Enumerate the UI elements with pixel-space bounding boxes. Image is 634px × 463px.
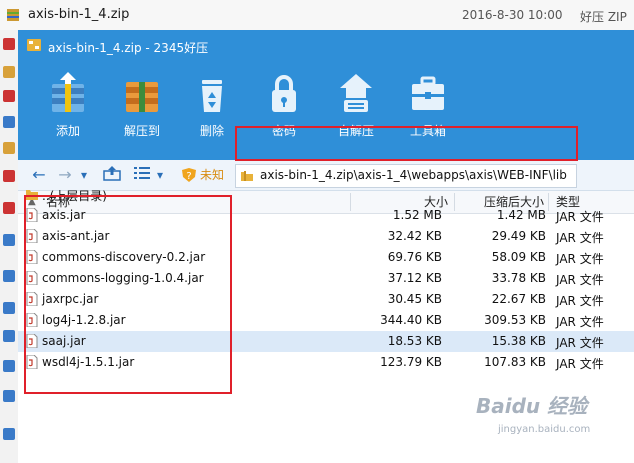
file-type: JAR 文件 xyxy=(556,252,604,266)
file-icon xyxy=(3,270,15,282)
file-icon xyxy=(3,302,15,314)
file-type: JAR 文件 xyxy=(556,357,604,371)
file-size: 344.40 KB xyxy=(380,313,442,327)
file-compressed-size: 15.38 KB xyxy=(491,334,546,348)
pdf-file-icon xyxy=(3,170,15,182)
list-view-icon xyxy=(134,167,150,179)
file-icon xyxy=(3,330,15,342)
svg-text:?: ? xyxy=(186,171,191,182)
file-size: 32.42 KB xyxy=(387,229,442,243)
address-highlight-box xyxy=(235,126,578,161)
file-type: JAR 文件 xyxy=(556,231,604,245)
file-compressed-size: 1.42 MB xyxy=(496,208,546,222)
app-logo-icon xyxy=(27,39,41,51)
history-dropdown-button[interactable]: ▾ xyxy=(78,165,90,185)
file-compressed-size: 33.78 KB xyxy=(491,271,546,285)
file-size: 37.12 KB xyxy=(387,271,442,285)
address-path: axis-bin-1_4.zip\axis-1_4\webapps\axis\W… xyxy=(260,168,567,182)
background-file-row[interactable]: axis-bin-1_4.zip 2016-8-30 10:00 好压 ZIP xyxy=(0,0,634,31)
file-type: JAR 文件 xyxy=(556,336,604,350)
baidu-watermark: Baidu 经验 jingyan.baidu.com xyxy=(468,390,608,450)
security-status-label[interactable]: 未知 xyxy=(200,165,224,185)
pdf-file-icon xyxy=(3,90,15,102)
file-compressed-size: 22.67 KB xyxy=(491,292,546,306)
back-button[interactable]: ← xyxy=(30,165,48,185)
view-list-button[interactable] xyxy=(132,165,152,185)
shield-warning-icon: ? xyxy=(182,168,196,182)
file-size: 123.79 KB xyxy=(380,355,442,369)
view-dropdown-button[interactable]: ▾ xyxy=(154,165,166,185)
files-highlight-box xyxy=(24,195,232,394)
file-type: JAR 文件 xyxy=(556,294,604,308)
background-icon-strip xyxy=(0,30,19,463)
window-titlebar[interactable]: axis-bin-1_4.zip - 2345好压 xyxy=(18,30,634,60)
pdf-file-icon xyxy=(3,202,15,214)
extract-to-button[interactable]: 解压到 xyxy=(102,66,182,156)
file-compressed-size: 58.09 KB xyxy=(491,250,546,264)
extract-to-label: 解压到 xyxy=(123,124,160,138)
file-compressed-size: 309.53 KB xyxy=(484,313,546,327)
up-folder-button[interactable] xyxy=(102,165,122,185)
file-size: 69.76 KB xyxy=(387,250,442,264)
file-icon xyxy=(3,390,15,402)
file-icon xyxy=(3,428,15,440)
background-file-type: 好压 ZIP xyxy=(580,10,627,24)
extract-archive-icon xyxy=(126,82,158,112)
recycle-bin-icon xyxy=(202,80,222,112)
lock-icon xyxy=(272,75,296,112)
file-icon xyxy=(3,360,15,372)
file-type: JAR 文件 xyxy=(556,210,604,224)
background-file-date: 2016-8-30 10:00 xyxy=(462,8,563,22)
zip-file-icon xyxy=(3,66,15,78)
zip-file-icon xyxy=(3,142,15,154)
file-icon xyxy=(3,38,15,50)
file-icon xyxy=(3,234,15,246)
file-size: 30.45 KB xyxy=(387,292,442,306)
file-size: 1.52 MB xyxy=(392,208,442,222)
folder-icon xyxy=(241,171,253,181)
watermark-url: jingyan.baidu.com xyxy=(498,424,591,435)
file-type: JAR 文件 xyxy=(556,315,604,329)
watermark-text: Baidu 经验 xyxy=(476,394,588,418)
self-extract-icon xyxy=(340,74,372,112)
file-compressed-size: 29.49 KB xyxy=(491,229,546,243)
forward-button[interactable]: → xyxy=(56,165,74,185)
file-icon xyxy=(3,116,15,128)
background-filename: axis-bin-1_4.zip xyxy=(28,7,130,22)
window-title: axis-bin-1_4.zip - 2345好压 xyxy=(48,41,209,55)
add-button-label: 添加 xyxy=(55,124,80,138)
file-compressed-size: 107.83 KB xyxy=(484,355,546,369)
file-type: JAR 文件 xyxy=(556,273,604,287)
file-size: 18.53 KB xyxy=(387,334,442,348)
add-button[interactable]: 添加 xyxy=(28,66,108,156)
toolbox-icon xyxy=(412,76,444,110)
add-archive-icon xyxy=(52,72,84,112)
up-folder-icon xyxy=(103,166,121,181)
zip-file-icon xyxy=(7,9,19,21)
